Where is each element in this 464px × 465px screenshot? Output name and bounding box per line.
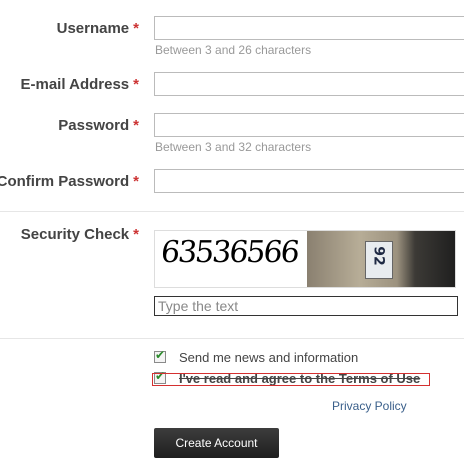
username-label: Username * [57, 20, 139, 37]
newsletter-label[interactable]: Send me news and information [179, 350, 358, 365]
captcha-number: 92 [370, 246, 387, 266]
username-hint: Between 3 and 26 characters [155, 43, 312, 57]
section-divider [0, 211, 464, 212]
privacy-policy-link[interactable]: Privacy Policy [332, 399, 407, 413]
captcha-input[interactable] [154, 296, 458, 316]
newsletter-checkbox[interactable]: ✔ [154, 348, 166, 363]
security-check-label-text: Security Check [20, 226, 130, 243]
captcha-number-plate: 92 [365, 241, 393, 279]
required-star: * [133, 173, 139, 190]
captcha-image: 63536566 92 [154, 230, 456, 288]
terms-highlight-box [152, 373, 430, 386]
email-label: E-mail Address * [21, 76, 140, 93]
required-star: * [133, 226, 139, 243]
username-input[interactable] [154, 16, 464, 40]
required-star: * [133, 117, 139, 134]
captcha-word: 63536566 [159, 235, 300, 270]
check-icon: ✔ [155, 348, 166, 362]
password-hint: Between 3 and 32 characters [155, 140, 312, 154]
email-input[interactable] [154, 72, 464, 96]
password-input[interactable] [154, 113, 464, 137]
confirm-password-label-text: Confirm Password [0, 173, 130, 190]
password-label: Password * [58, 117, 139, 134]
confirm-password-label: Confirm Password * [0, 173, 139, 190]
username-label-text: Username [56, 20, 130, 37]
confirm-password-input[interactable] [154, 169, 464, 193]
required-star: * [133, 20, 139, 37]
security-check-label: Security Check * [21, 226, 139, 243]
password-label-text: Password [58, 117, 130, 134]
email-label-text: E-mail Address [20, 76, 130, 93]
captcha-word-panel: 63536566 [155, 231, 307, 287]
create-account-button[interactable]: Create Account [154, 428, 279, 458]
required-star: * [133, 76, 139, 93]
captcha-photo-panel: 92 [307, 231, 455, 287]
section-divider [0, 338, 464, 339]
